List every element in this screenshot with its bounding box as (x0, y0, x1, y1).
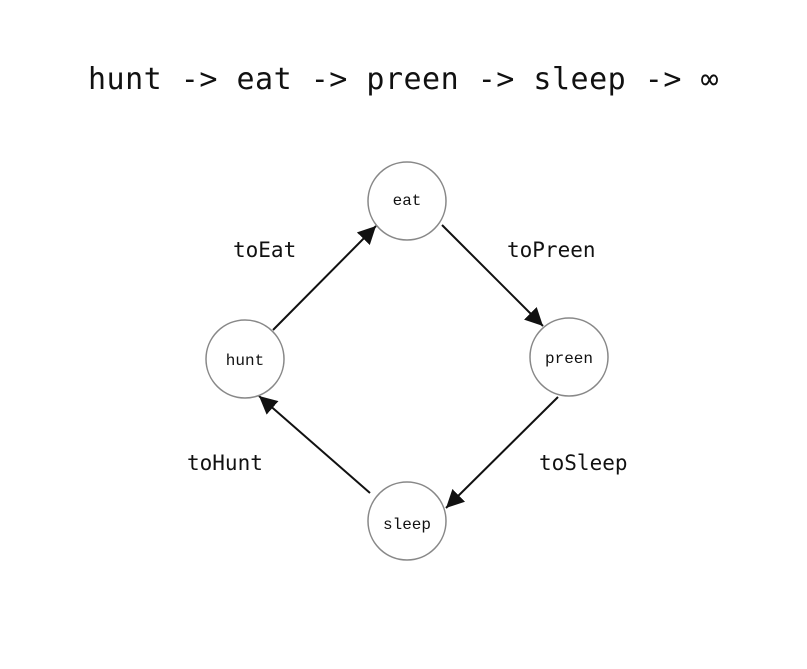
node-label-eat: eat (393, 192, 422, 210)
edge-label-to-sleep: toSleep (539, 451, 628, 475)
node-label-preen: preen (545, 350, 593, 368)
node-preen[interactable]: preen (529, 317, 609, 397)
node-label-hunt: hunt (226, 352, 264, 370)
state-diagram: toEat toPreen toSleep toHunt eat hunt pr… (187, 161, 628, 561)
edge-label-to-preen: toPreen (507, 238, 596, 262)
node-label-sleep: sleep (383, 516, 431, 534)
edge-to-hunt (258, 395, 371, 494)
edge-label-to-hunt: toHunt (187, 451, 263, 475)
node-sleep[interactable]: sleep (367, 481, 447, 561)
node-eat[interactable]: eat (367, 161, 447, 241)
node-hunt[interactable]: hunt (205, 319, 285, 399)
edge-label-to-eat: toEat (233, 238, 296, 262)
